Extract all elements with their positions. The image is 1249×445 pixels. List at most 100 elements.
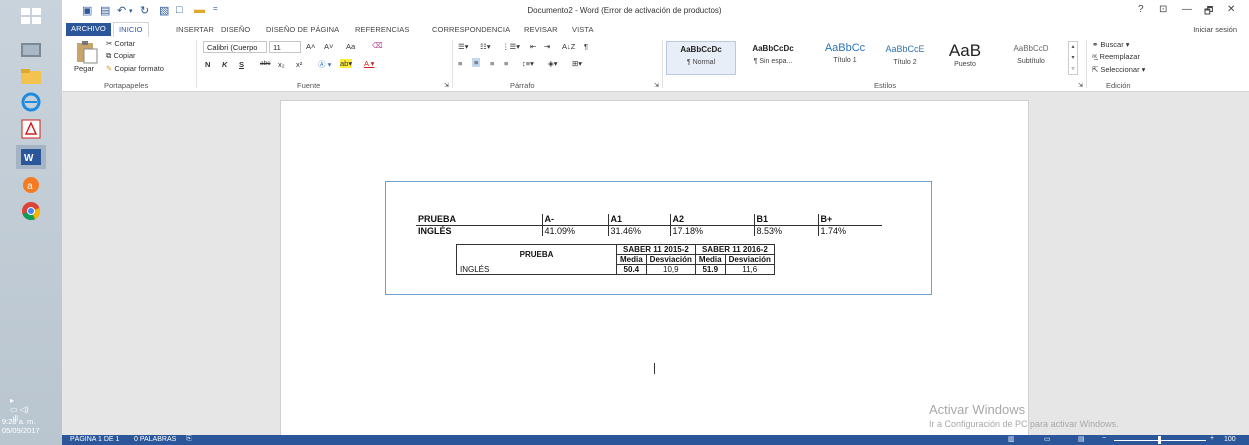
format-painter-label: Copiar formato (114, 64, 164, 73)
font-dialog-launcher-icon[interactable]: ⇲ (444, 82, 449, 89)
tab-archivo[interactable]: ARCHIVO (66, 23, 111, 36)
ribbon: Pegar ✂ Cortar ⧉ Copiar ✎ Copiar formato… (62, 37, 1249, 92)
tab-correspondencia[interactable]: CORRESPONDENCIA (432, 25, 510, 34)
replace-button[interactable]: ᵃ͢ᶜ Reemplazar (1092, 52, 1140, 61)
window-title: Documento2 - Word (Error de activación d… (527, 6, 722, 15)
align-center-icon[interactable]: ≡ (472, 58, 481, 67)
cut-label: Cortar (114, 39, 136, 48)
word-count-status[interactable]: 0 PALABRAS (134, 436, 176, 443)
acrobat-icon[interactable] (16, 117, 46, 141)
document-page[interactable]: PRUEBA A- A1 A2 B1 B+ INGLÉS 41.09% 31.4… (280, 100, 1029, 445)
change-case-button[interactable]: Aa (346, 42, 355, 51)
borders-icon[interactable]: ⊞▾ (572, 59, 582, 68)
tray-time: 9:28 a. m. (2, 417, 36, 426)
strikethrough-button[interactable]: abc (260, 60, 270, 67)
cell-b1: 8.53% (753, 225, 818, 236)
shading-icon[interactable]: ◈▾ (548, 59, 558, 68)
proofing-icon[interactable]: ⎘ (186, 435, 192, 443)
align-left-icon[interactable]: ≡ (458, 59, 462, 68)
italic-button[interactable]: K (222, 60, 227, 69)
restore-icon[interactable]: 🗗 (1204, 4, 1213, 21)
highlight-icon[interactable]: ab▾ (340, 59, 353, 68)
underline-button[interactable]: S (239, 60, 244, 69)
network-app-icon[interactable] (16, 38, 46, 62)
line-spacing-icon[interactable]: ↕≡▾ (522, 59, 534, 68)
zoom-out-icon[interactable]: − (1102, 435, 1106, 442)
tab-referencias[interactable]: REFERENCIAS (355, 25, 409, 34)
cell-a1: 31.46% (607, 225, 670, 236)
internet-explorer-icon[interactable] (16, 90, 46, 114)
paste-button[interactable]: Pegar (74, 64, 94, 73)
minimize-icon[interactable]: — (1182, 4, 1192, 15)
activation-watermark-title: Activar Windows (929, 402, 1026, 417)
zoom-in-icon[interactable]: + (1210, 435, 1214, 442)
style-sin-espaciado[interactable]: AaBbCcDc ¶ Sin espa... (738, 41, 808, 75)
numbering-icon[interactable]: ☷▾ (480, 42, 491, 51)
text-box[interactable]: PRUEBA A- A1 A2 B1 B+ INGLÉS 41.09% 31.4… (385, 181, 932, 295)
paste-icon[interactable] (74, 40, 98, 64)
word-taskbar-icon[interactable]: W (16, 145, 46, 169)
styles-scroll[interactable]: ▴ ▾ ▿ (1068, 41, 1078, 75)
tab-inicio[interactable]: INICIO (113, 22, 149, 37)
copy-button[interactable]: ⧉ Copiar (106, 51, 136, 61)
web-layout-icon[interactable]: ▤ (1078, 435, 1085, 443)
chrome-icon[interactable] (16, 199, 46, 223)
replace-label: Reemplazar (1099, 52, 1140, 61)
close-icon[interactable]: ✕ (1227, 4, 1235, 15)
tab-insertar[interactable]: INSERTAR (176, 25, 214, 34)
style-sample: AaBbCcDc (680, 45, 722, 54)
style-sample: AaBbCcDc (752, 44, 794, 53)
subscript-button[interactable]: x₂ (278, 60, 285, 69)
file-explorer-icon[interactable] (16, 64, 46, 88)
style-puesto[interactable]: AaB Puesto (930, 41, 1000, 75)
saber-desviacion-2016: Desviación (724, 254, 775, 265)
font-color-icon[interactable]: A ▾ (364, 59, 374, 68)
font-name-input[interactable]: Calibri (Cuerpo (203, 41, 267, 53)
read-mode-icon[interactable]: ▥ (1008, 435, 1015, 443)
cut-button[interactable]: ✂ Cortar (106, 39, 135, 48)
find-button[interactable]: ⚭ Buscar ▾ (1092, 40, 1130, 49)
format-painter-button[interactable]: ✎ Copiar formato (106, 64, 164, 73)
style-subtitulo[interactable]: AaBbCcD Subtítulo (996, 41, 1066, 75)
show-marks-button[interactable]: ¶ (584, 42, 588, 51)
cell-a-minus: 41.09% (541, 225, 608, 236)
tab-diseno[interactable]: DISEÑO (221, 25, 250, 34)
style-normal[interactable]: AaBbCcDc ¶ Normal (666, 41, 736, 75)
font-size-input[interactable]: 11 (269, 41, 301, 53)
bullets-icon[interactable]: ☰▾ (458, 42, 469, 51)
word-window: ▣ ▤ ↶ ▾ ↻ ▧ □ ▬ = Documento2 - Word (Err… (62, 0, 1249, 445)
sort-button[interactable]: A↓Z (562, 42, 575, 51)
tray-clock[interactable]: 9:28 a. m. 05/09/2017 (2, 417, 40, 435)
clear-format-icon[interactable]: ⌫ (372, 41, 383, 50)
align-right-icon[interactable]: ≡ (490, 59, 494, 68)
print-layout-icon[interactable]: ▭ (1044, 435, 1051, 443)
page-count-status[interactable]: PÁGINA 1 DE 1 (70, 436, 119, 443)
ribbon-display-options-icon[interactable]: ⊡ (1159, 4, 1167, 15)
shrink-font-button[interactable]: A˅ (324, 42, 333, 51)
avast-icon[interactable]: a (16, 172, 46, 196)
decrease-indent-icon[interactable]: ⇤ (530, 42, 536, 51)
paragraph-dialog-launcher-icon[interactable]: ⇲ (654, 82, 659, 89)
signin-link[interactable]: Iniciar sesión (1193, 25, 1237, 34)
tab-diseno-pagina[interactable]: DISEÑO DE PÁGINA (266, 25, 339, 34)
header-prueba: PRUEBA (416, 214, 542, 226)
zoom-level[interactable]: 100 (1224, 436, 1236, 443)
increase-indent-icon[interactable]: ⇥ (544, 42, 550, 51)
help-icon[interactable]: ? (1138, 4, 1144, 15)
justify-icon[interactable]: ≡ (504, 59, 508, 68)
superscript-button[interactable]: x² (296, 60, 302, 69)
multilevel-list-icon[interactable]: ⋮☰▾ (502, 42, 520, 51)
zoom-slider-thumb[interactable] (1158, 436, 1161, 444)
text-cursor (654, 363, 655, 374)
bold-button[interactable]: N (205, 60, 210, 69)
tab-revisar[interactable]: REVISAR (524, 25, 558, 34)
table-row: INGLÉS 41.09% 31.46% 17.18% 8.53% 1.74% (416, 225, 882, 236)
tab-vista[interactable]: VISTA (572, 25, 594, 34)
grow-font-button[interactable]: A˄ (306, 42, 315, 51)
select-button[interactable]: ⇱ Seleccionar ▾ (1092, 65, 1145, 74)
saber-desviacion-2015: Desviación (645, 254, 696, 265)
start-icon[interactable] (16, 4, 46, 28)
text-effects-icon[interactable]: Ⓐ ▾ (318, 59, 331, 70)
styles-dialog-launcher-icon[interactable]: ⇲ (1078, 82, 1083, 89)
saber-cell-media-2016: 51.9 (694, 264, 726, 275)
